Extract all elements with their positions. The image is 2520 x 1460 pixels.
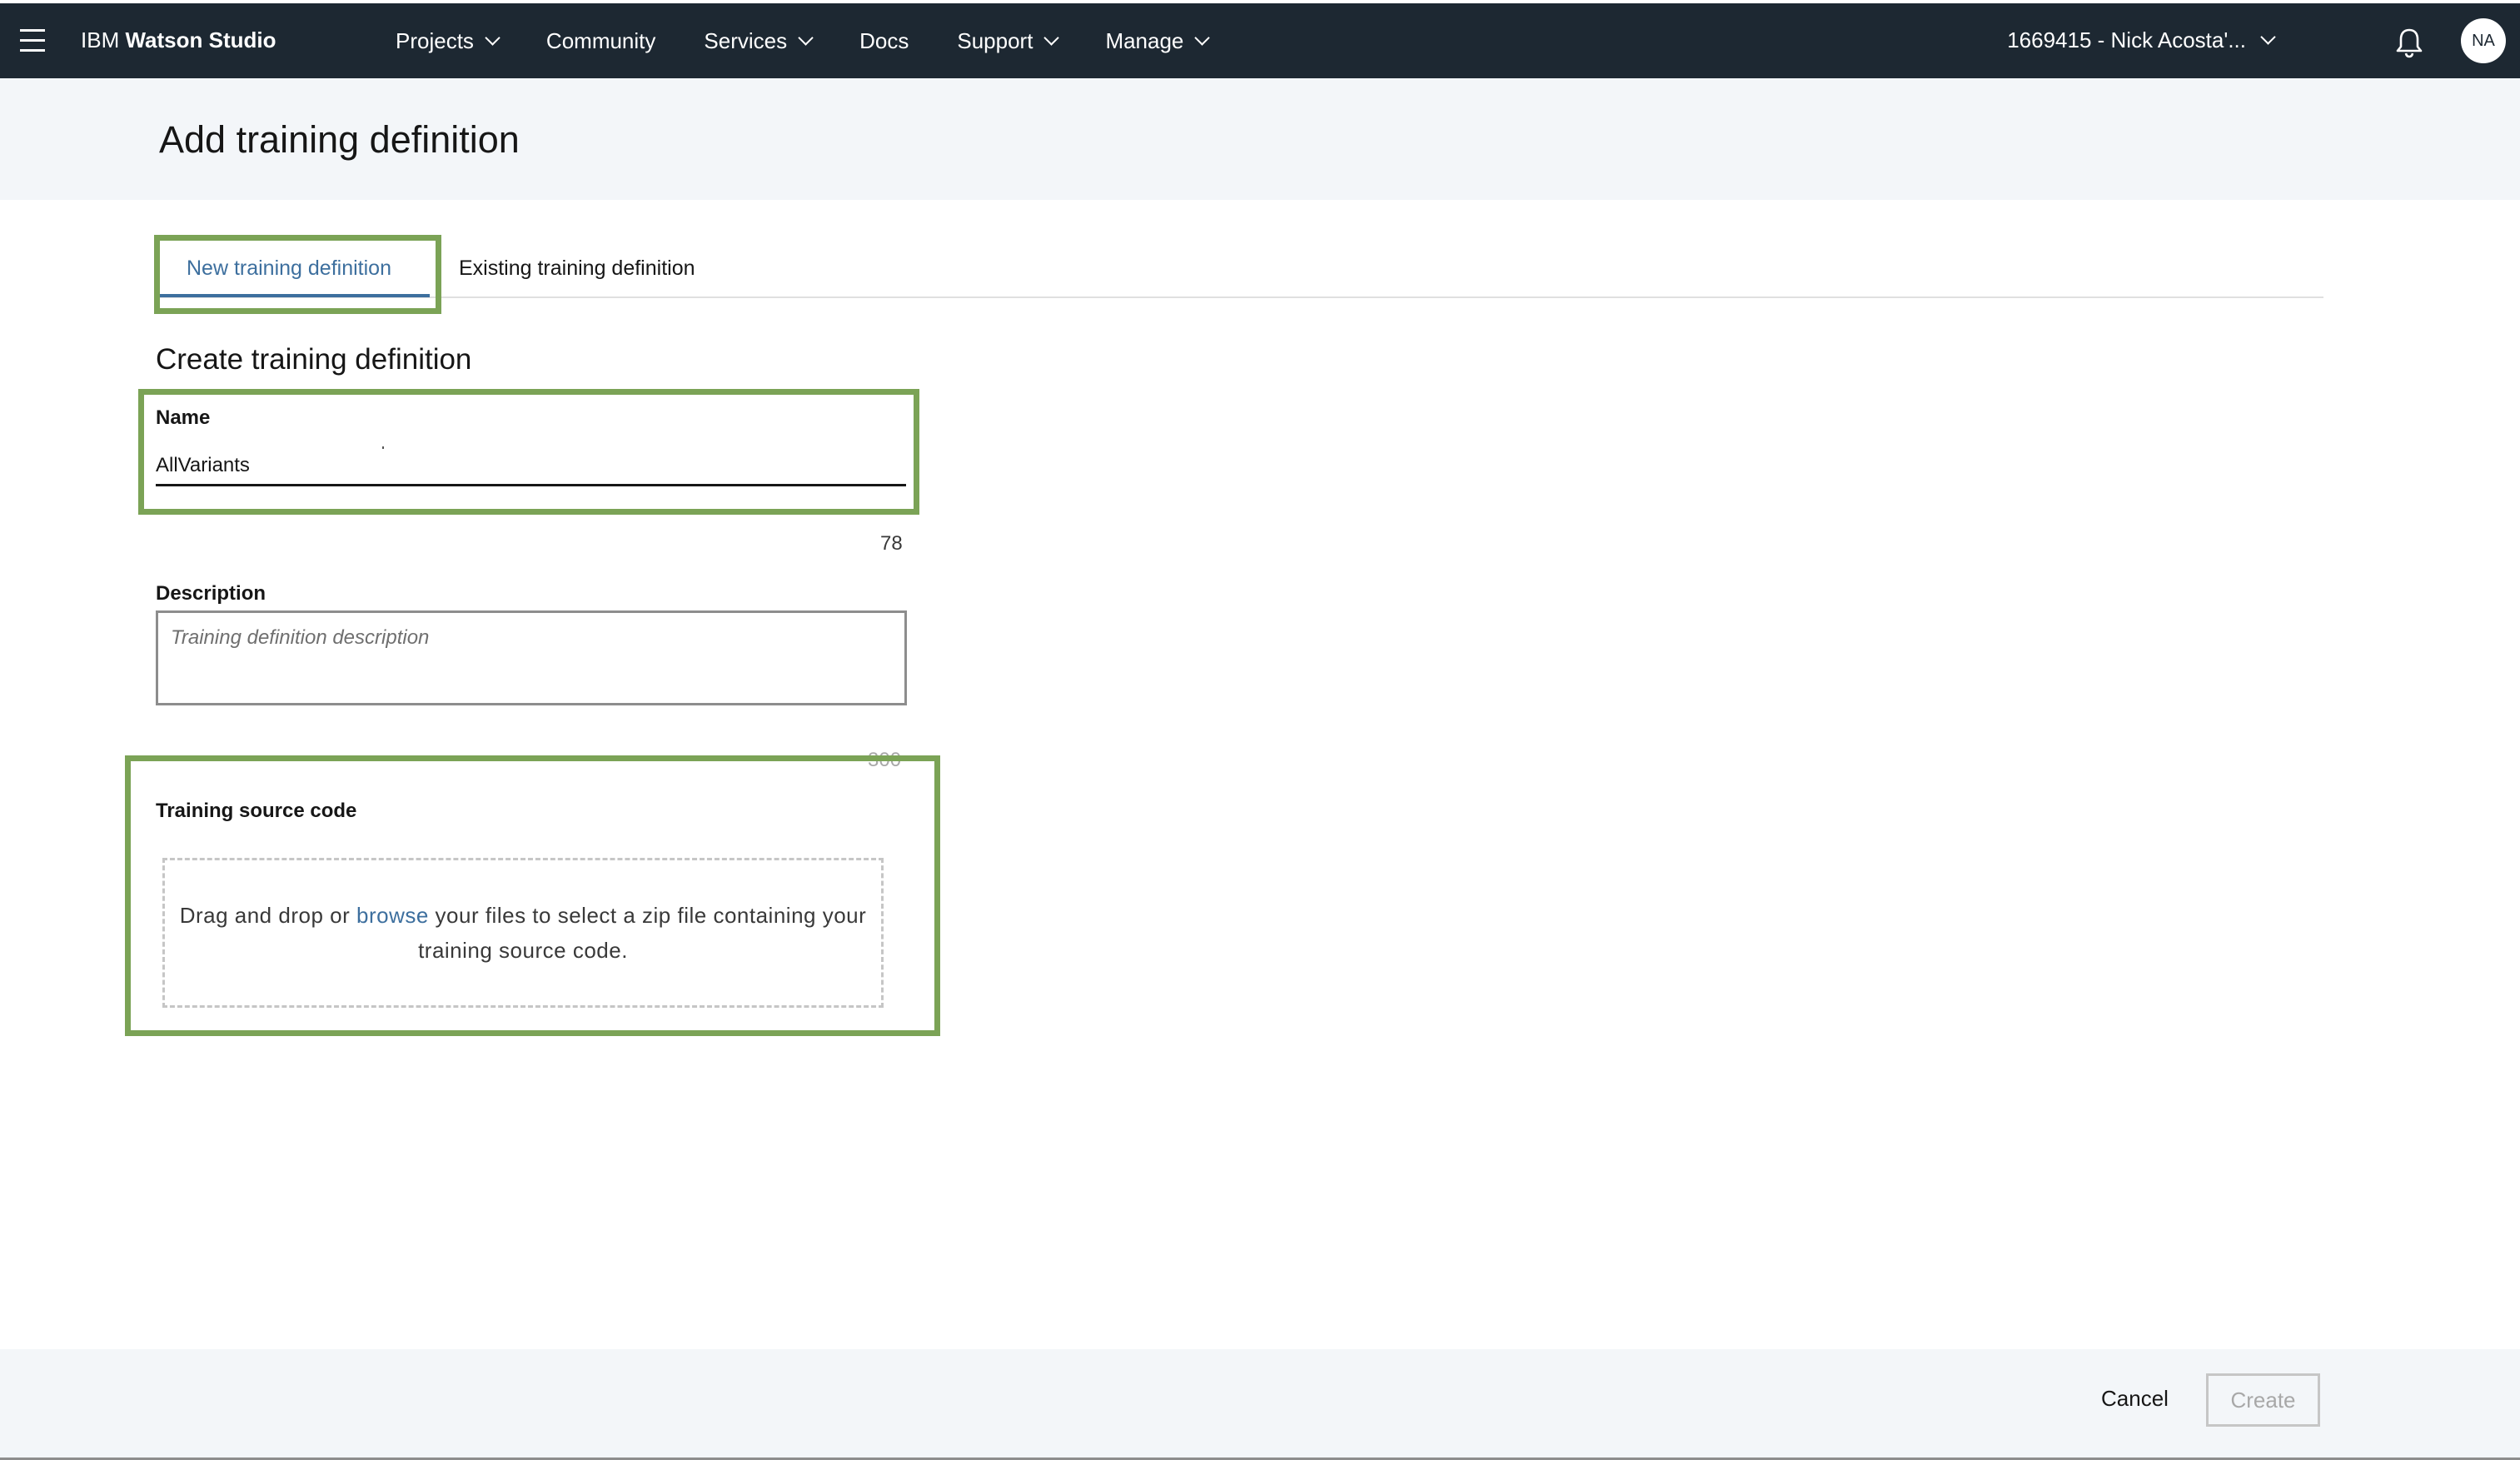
- cancel-button[interactable]: Cancel: [2101, 1386, 2169, 1412]
- nav-docs-label: Docs: [859, 27, 909, 53]
- nav-community-label: Community: [545, 27, 656, 53]
- nav-services[interactable]: Services: [704, 27, 814, 54]
- top-nav-bar: IBM Watson Studio Projects Community Ser…: [0, 3, 2520, 78]
- bell-icon[interactable]: [2395, 27, 2423, 58]
- nav-community[interactable]: Community: [546, 28, 655, 54]
- section-title: Create training definition: [156, 343, 472, 376]
- nav-projects[interactable]: Projects: [396, 27, 501, 54]
- account-label: 1669415 - Nick Acosta'...: [2007, 27, 2246, 52]
- chevron-down-icon: [485, 29, 501, 46]
- chevron-down-icon: [798, 29, 814, 46]
- hamburger-icon[interactable]: [20, 29, 45, 52]
- nav-docs[interactable]: Docs: [859, 28, 909, 54]
- description-label: Description: [156, 582, 266, 605]
- highlight-box-tab: [154, 235, 441, 314]
- page-title: Add training definition: [159, 118, 520, 161]
- highlight-box-source-code: [125, 755, 940, 1036]
- nav-services-label: Services: [704, 27, 788, 53]
- main-nav: Projects Community Services Docs Support…: [396, 3, 1256, 78]
- brand-prefix: IBM: [81, 27, 120, 52]
- nav-support-label: Support: [957, 27, 1033, 53]
- brand-title[interactable]: IBM Watson Studio: [81, 27, 276, 53]
- chevron-down-icon: [2260, 29, 2276, 45]
- nav-manage[interactable]: Manage: [1105, 27, 1211, 54]
- description-placeholder: Training definition description: [171, 626, 430, 649]
- chevron-down-icon: [1194, 29, 1211, 46]
- tabs-divider: [159, 296, 2323, 298]
- name-char-counter: 78: [880, 532, 903, 555]
- account-switcher[interactable]: 1669415 - Nick Acosta'...: [2007, 27, 2276, 53]
- nav-support[interactable]: Support: [957, 27, 1060, 54]
- avatar[interactable]: NA: [2461, 18, 2506, 63]
- highlight-box-name: [138, 389, 919, 515]
- description-textarea[interactable]: Training definition description: [156, 610, 907, 705]
- create-button[interactable]: Create: [2206, 1373, 2320, 1427]
- brand-name: Watson Studio: [125, 27, 276, 52]
- nav-manage-label: Manage: [1105, 27, 1184, 53]
- nav-projects-label: Projects: [396, 27, 474, 53]
- tab-existing-training-definition[interactable]: Existing training definition: [459, 257, 695, 281]
- chevron-down-icon: [1043, 29, 1060, 46]
